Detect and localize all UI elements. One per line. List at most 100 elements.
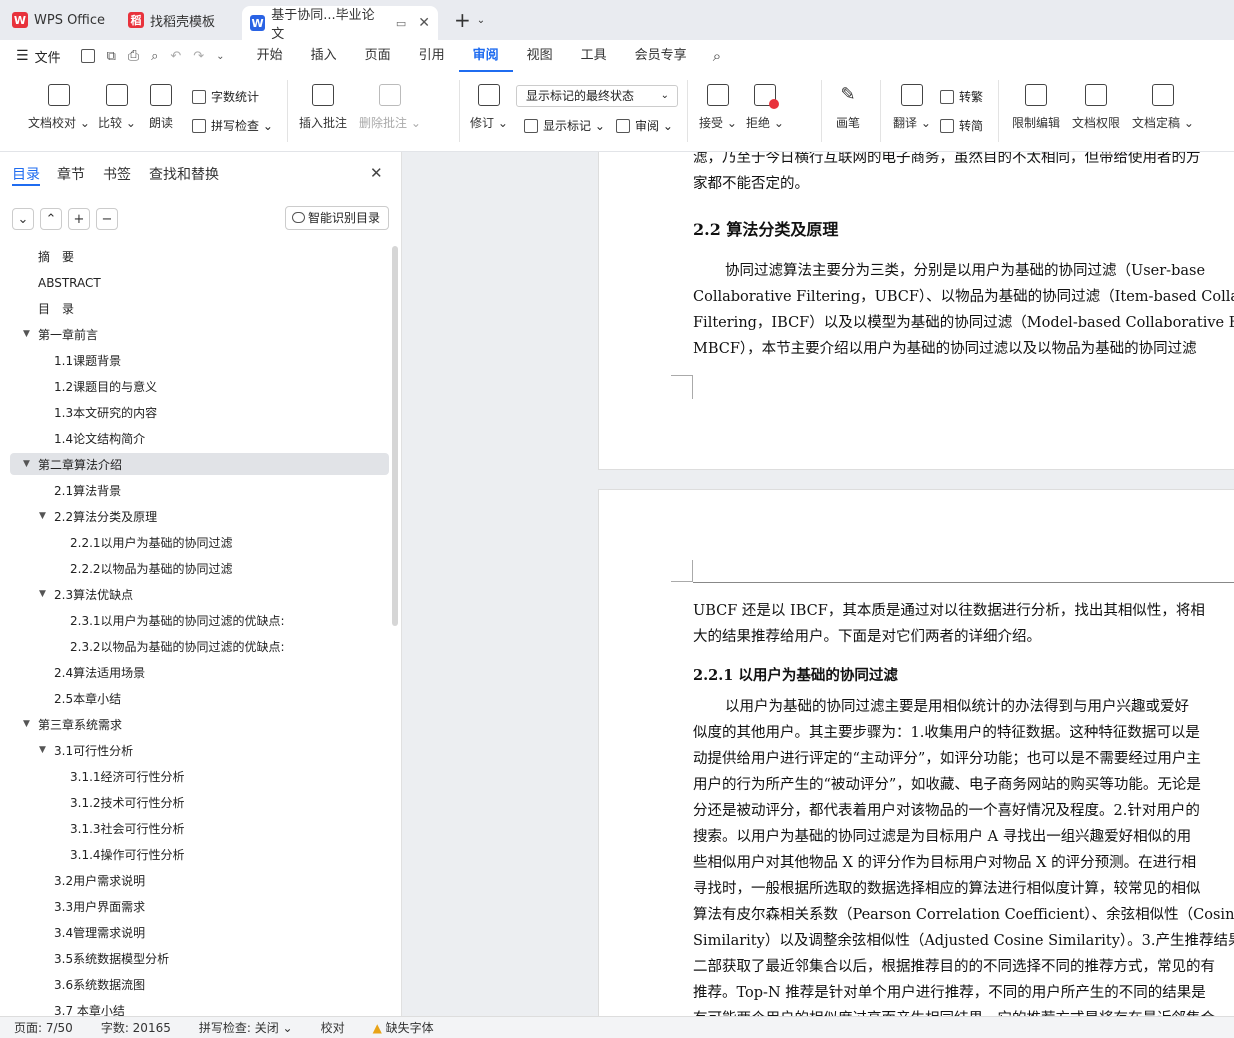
remove-heading-button[interactable]: −	[96, 208, 118, 230]
doc-check-button[interactable]: 文档校对 ⌄	[28, 84, 90, 131]
menu-item-3[interactable]: 引用	[405, 40, 459, 72]
add-heading-button[interactable]: +	[68, 208, 90, 230]
toc-item[interactable]: 第三章系统需求	[38, 714, 122, 736]
toc-expand-arrow-icon[interactable]: ▼	[39, 589, 46, 599]
spell-check-button[interactable]: 拼写检查 ⌄	[192, 117, 273, 134]
delete-comment-button[interactable]: 删除批注 ⌄	[359, 84, 421, 131]
toc-item[interactable]: 3.4管理需求说明	[54, 922, 145, 944]
print-icon[interactable]: ⎙	[128, 48, 139, 64]
tab-wps-office[interactable]: W WPS Office	[4, 5, 116, 35]
redo-icon[interactable]: ↷	[193, 49, 204, 64]
menu-file[interactable]: 文件	[35, 47, 61, 66]
toc-item[interactable]: 2.1算法背景	[54, 480, 121, 502]
toc-item[interactable]: 2.2.1以用户为基础的协同过滤	[70, 532, 233, 554]
tab-docer[interactable]: 稻 找稻壳模板	[120, 5, 238, 35]
toc-item[interactable]: 第一章前言	[38, 324, 98, 346]
read-aloud-button[interactable]: 朗读	[149, 84, 173, 131]
proofread-status[interactable]: 校对	[307, 1019, 359, 1036]
chevron-down-icon[interactable]: ⌄	[477, 15, 485, 26]
insert-comment-button[interactable]: 插入批注	[299, 84, 347, 131]
restore-window-icon[interactable]: ▭	[396, 17, 406, 30]
tab-label: 基于协同...毕业论文	[271, 8, 375, 42]
tab-document[interactable]: W 基于协同...毕业论文 ▭ ✕	[242, 6, 438, 42]
pen-button[interactable]: ✎ 画笔	[836, 84, 860, 131]
word-count-button[interactable]: 字数统计	[192, 88, 259, 105]
menu-item-6[interactable]: 工具	[567, 40, 621, 72]
menu-item-1[interactable]: 插入	[297, 40, 351, 72]
menu-item-2[interactable]: 页面	[351, 40, 405, 72]
tab-toc[interactable]: 目录	[12, 164, 40, 184]
toc-item[interactable]: 3.5系统数据模型分析	[54, 948, 169, 970]
print-preview-icon[interactable]: ⌕	[151, 49, 158, 64]
toc-expand-arrow-icon[interactable]: ▼	[39, 511, 46, 521]
toc-item[interactable]: 1.3本文研究的内容	[54, 402, 157, 424]
toc-expand-arrow-icon[interactable]: ▼	[23, 459, 30, 469]
toc-item[interactable]: 3.6系统数据流图	[54, 974, 145, 996]
compare-button[interactable]: 比较 ⌄	[98, 84, 136, 131]
toc-item[interactable]: 3.1.2技术可行性分析	[70, 792, 185, 814]
undo-icon[interactable]: ↶	[170, 49, 181, 64]
toc-item[interactable]: 3.1.1经济可行性分析	[70, 766, 185, 788]
doc-permission-button[interactable]: 文档权限	[1072, 84, 1120, 131]
export-icon[interactable]: ⧉	[107, 49, 116, 64]
accept-button[interactable]: 接受 ⌄	[699, 84, 737, 131]
tab-chapters[interactable]: 章节	[57, 164, 85, 184]
reject-button[interactable]: 拒绝 ⌄	[746, 84, 784, 131]
new-tab-icon[interactable]: +	[454, 8, 471, 32]
search-icon[interactable]: ⌕	[713, 47, 721, 65]
close-pane-icon[interactable]: ✕	[370, 164, 383, 182]
toc-expand-arrow-icon[interactable]: ▼	[23, 329, 30, 339]
doc-finalize-button[interactable]: 文档定稿 ⌄	[1132, 84, 1194, 131]
collapse-all-button[interactable]: ⌄	[12, 208, 34, 230]
toc-item[interactable]: 2.3.2以物品为基础的协同过滤的优缺点:	[70, 636, 285, 658]
toc-item[interactable]: 第二章算法介绍	[38, 454, 122, 476]
toc-item[interactable]: 3.2用户需求说明	[54, 870, 145, 892]
to-simplified-button[interactable]: 转简	[940, 117, 983, 134]
toc-item[interactable]: 3.1.3社会可行性分析	[70, 818, 185, 840]
track-changes-button[interactable]: 修订 ⌄	[470, 84, 508, 131]
save-icon[interactable]	[80, 49, 95, 63]
toc-item[interactable]: 目 录	[38, 298, 74, 320]
toc-item[interactable]: ABSTRACT	[38, 272, 101, 294]
smart-toc-button[interactable]: 智能识别目录	[285, 206, 389, 230]
menu-item-4[interactable]: 审阅	[458, 40, 513, 72]
more-chevron-icon[interactable]: ⌄	[216, 51, 224, 62]
close-tab-icon[interactable]: ✕	[418, 15, 430, 31]
page-indicator[interactable]: 页面: 7/50	[0, 1019, 87, 1036]
toc-item[interactable]: 3.3用户界面需求	[54, 896, 145, 918]
restrict-edit-button[interactable]: 限制编辑	[1012, 84, 1060, 131]
toc-item[interactable]: 1.4论文结构简介	[54, 428, 145, 450]
menu-item-5[interactable]: 视图	[513, 40, 567, 72]
to-traditional-button[interactable]: 转繁	[940, 88, 983, 105]
menu-item-7[interactable]: 会员专享	[621, 40, 701, 72]
tab-bookmarks[interactable]: 书签	[103, 164, 131, 184]
spell-check-status[interactable]: 拼写检查: 关闭 ⌄	[185, 1019, 307, 1036]
toc-item[interactable]: 摘 要	[38, 246, 74, 268]
toc-item[interactable]: 2.3.1以用户为基础的协同过滤的优缺点:	[70, 610, 285, 632]
toc-item[interactable]: 1.2课题目的与意义	[54, 376, 157, 398]
reject-label: 拒绝	[746, 116, 771, 130]
toc-item[interactable]: 2.2.2以物品为基础的协同过滤	[70, 558, 233, 580]
hamburger-icon[interactable]: ☰	[16, 48, 29, 64]
expand-up-button[interactable]: ⌃	[40, 208, 62, 230]
tab-find-replace[interactable]: 查找和替换	[149, 164, 219, 184]
toc-item[interactable]: 1.1课题背景	[54, 350, 121, 372]
toc-expand-arrow-icon[interactable]: ▼	[39, 745, 46, 755]
plus-icon: +	[73, 211, 85, 227]
missing-font-status[interactable]: ▲ 缺失字体	[359, 1019, 448, 1036]
translate-button[interactable]: 翻译 ⌄	[893, 84, 931, 131]
markup-state-select[interactable]: 显示标记的最终状态 ⌄	[516, 85, 678, 107]
menu-item-0[interactable]: 开始	[243, 40, 297, 72]
toc-item[interactable]: 2.5本章小结	[54, 688, 121, 710]
show-markup-button[interactable]: 显示标记 ⌄	[524, 117, 605, 134]
toc-item[interactable]: 2.2算法分类及原理	[54, 506, 157, 528]
toc-item[interactable]: 2.3算法优缺点	[54, 584, 133, 606]
toc-item[interactable]: 2.4算法适用场景	[54, 662, 145, 684]
document-page: 滤，乃至于今日横行互联网的电子商务，虽然目的不太相同，但带给使用者的方 家都不能否…	[598, 152, 1234, 470]
toc-scrollbar[interactable]	[392, 246, 398, 626]
word-count-indicator[interactable]: 字数: 20165	[87, 1019, 185, 1036]
toc-item[interactable]: 3.1可行性分析	[54, 740, 133, 762]
toc-expand-arrow-icon[interactable]: ▼	[23, 719, 30, 729]
review-pane-button[interactable]: 审阅 ⌄	[616, 117, 673, 134]
toc-item[interactable]: 3.1.4操作可行性分析	[70, 844, 185, 866]
